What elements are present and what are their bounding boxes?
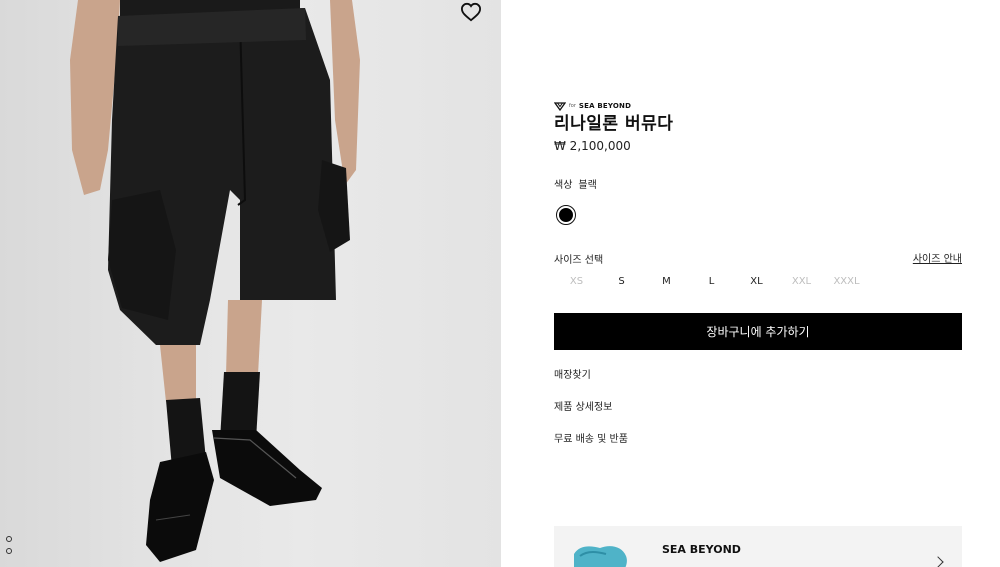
product-photo: [70, 0, 360, 562]
sea-beyond-thumbnail: [570, 542, 630, 567]
product-page: for SEA BEYOND 리나일론 버뮤다 ₩ 2,100,000 색상 블랙…: [0, 0, 1000, 567]
size-guide-link[interactable]: 사이즈 안내: [913, 250, 962, 265]
chevron-right-icon[interactable]: [932, 556, 944, 567]
color-row: 색상 블랙: [554, 176, 597, 191]
size-option[interactable]: XL: [734, 276, 779, 287]
size-option[interactable]: XXXL: [824, 276, 869, 287]
color-swatch-black[interactable]: [556, 205, 576, 225]
size-option[interactable]: XXL: [779, 276, 824, 287]
size-option[interactable]: L: [689, 276, 734, 287]
store-locator-link[interactable]: 매장찾기: [554, 366, 591, 381]
wishlist-heart-icon[interactable]: [460, 2, 482, 22]
color-swatch-fill: [559, 208, 573, 222]
color-value: 블랙: [578, 180, 597, 191]
gallery-pagination: [6, 536, 12, 560]
size-select-label: 사이즈 선택: [554, 255, 604, 266]
add-to-bag-button[interactable]: 장바구니에 추가하기: [554, 313, 962, 350]
sea-beyond-card[interactable]: SEA BEYOND: [554, 526, 962, 567]
gallery-dot[interactable]: [6, 548, 12, 554]
product-image-gallery[interactable]: [0, 0, 501, 567]
color-label: 색상: [554, 180, 573, 191]
brand-prefix: for: [569, 102, 576, 109]
size-option[interactable]: M: [644, 276, 689, 287]
gallery-dot[interactable]: [6, 536, 12, 542]
size-option[interactable]: S: [599, 276, 644, 287]
size-option[interactable]: XS: [554, 276, 599, 287]
product-price: ₩ 2,100,000: [554, 139, 631, 153]
size-options: XS S M L XL XXL XXXL: [554, 276, 869, 287]
product-details-link[interactable]: 제품 상세정보: [554, 398, 612, 413]
product-title: 리나일론 버뮤다: [554, 114, 674, 134]
sea-beyond-title: SEA BEYOND: [662, 543, 741, 556]
shipping-returns-link[interactable]: 무료 배송 및 반품: [554, 430, 628, 445]
